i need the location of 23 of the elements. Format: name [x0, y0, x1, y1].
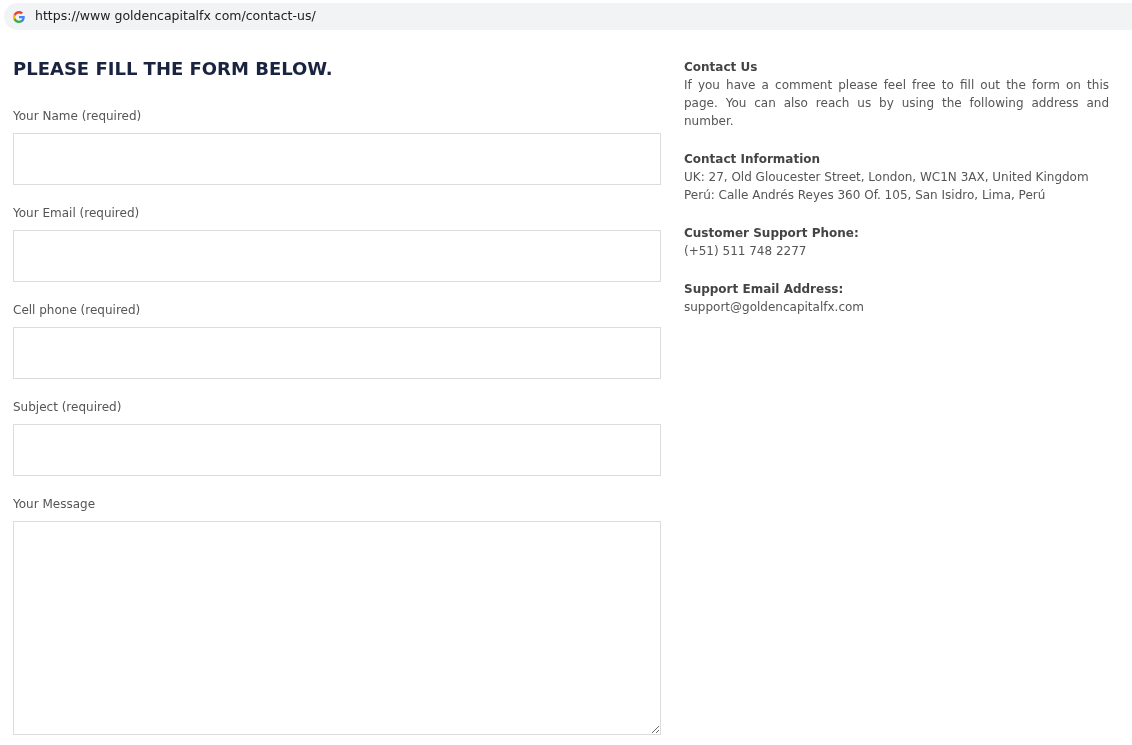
field-label: Your Email (required): [13, 205, 141, 222]
field-label: Subject (required): [13, 399, 123, 416]
input-field[interactable]: [13, 230, 661, 282]
info-text: Perú: Calle Andrés Reyes 360 Of. 105, San Isidro, Lima, Perú: [684, 187, 1047, 204]
field-label: Your Message: [13, 496, 97, 513]
url-text: https://www goldencapitalfx com/contact-us/: [35, 7, 316, 26]
form-heading: PLEASE FILL THE FORM BELOW.: [13, 57, 334, 81]
info-text: UK: 27, Old Gloucester Street, London, WC1N 3AX, United Kingdom: [684, 169, 1090, 186]
input-field[interactable]: [13, 327, 661, 379]
section-heading: Contact Us: [684, 59, 759, 76]
input-field[interactable]: [13, 424, 661, 476]
input-field[interactable]: [13, 133, 661, 185]
address-bar[interactable]: https://www goldencapitalfx com/contact-us/: [4, 3, 1132, 30]
field-label: Cell phone (required): [13, 302, 142, 319]
section-heading: Support Email Address:: [684, 281, 845, 298]
field-label: Your Name (required): [13, 108, 143, 125]
info-text: If you have a comment please feel free to fill out the form on this page. You can also reach us by using the following address and number.: [684, 77, 1109, 130]
info-text: (+51) 511 748 2277: [684, 243, 808, 260]
google-g-icon: [13, 10, 25, 23]
message-field[interactable]: [13, 521, 661, 735]
section-heading: Customer Support Phone:: [684, 225, 860, 242]
section-heading: Contact Information: [684, 151, 822, 168]
info-text: support@goldencapitalfx.com: [684, 299, 866, 316]
